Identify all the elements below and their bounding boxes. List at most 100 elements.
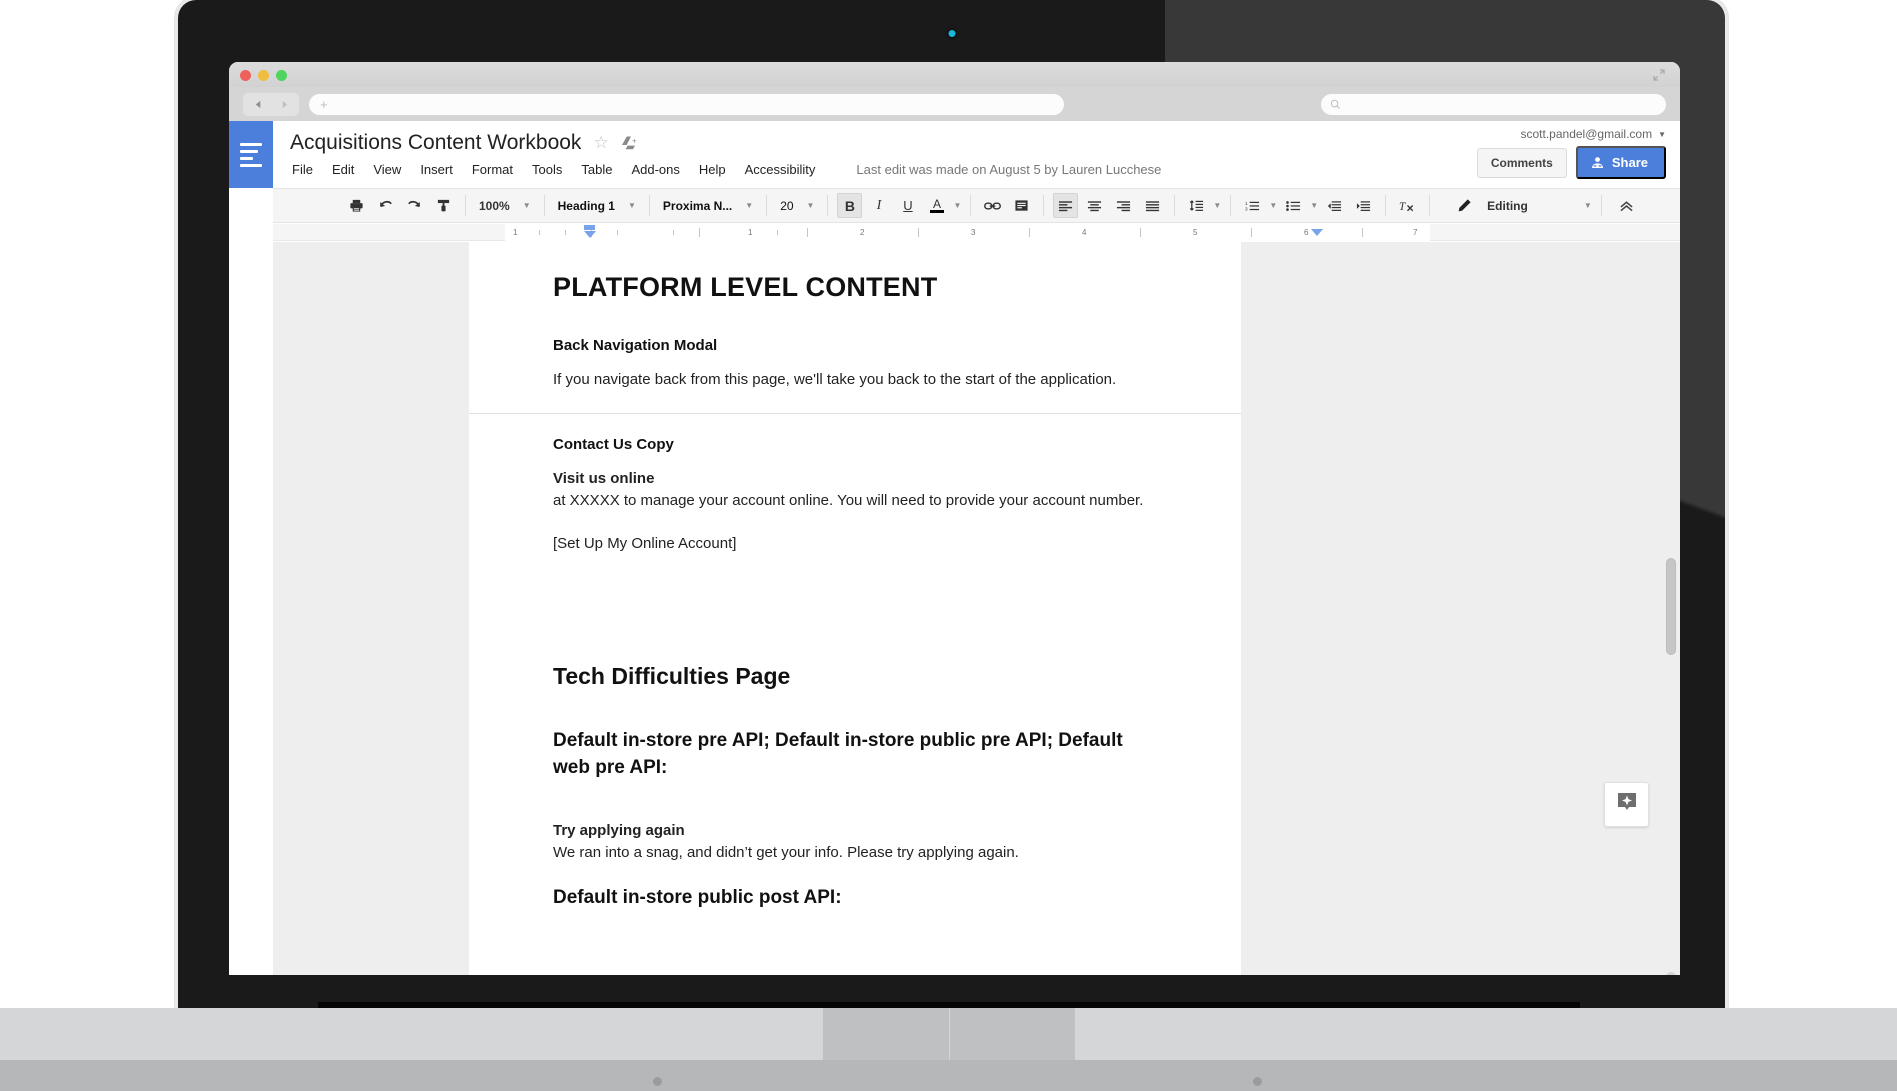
svg-text:3: 3 <box>1245 206 1248 211</box>
ruler-tick <box>1029 228 1030 237</box>
document-ruler[interactable]: 1 1 2 3 4 5 6 7 <box>273 224 1680 241</box>
star-icon[interactable]: ☆ <box>593 133 608 153</box>
text-color-button[interactable]: A <box>924 193 949 218</box>
toolbar-group-file <box>335 189 465 222</box>
chevron-down-icon[interactable]: ▼ <box>953 201 961 210</box>
align-right-icon[interactable] <box>1111 193 1136 218</box>
ruler-track[interactable]: 1 1 2 3 4 5 6 7 <box>505 224 1430 241</box>
menu-item-add-ons[interactable]: Add-ons <box>631 162 679 177</box>
bulleted-list-icon[interactable] <box>1281 193 1306 218</box>
document-heading: PLATFORM LEVEL CONTENT <box>553 272 938 302</box>
header-buttons: Comments Share <box>1476 146 1666 179</box>
align-justify-icon[interactable] <box>1140 193 1165 218</box>
section-subheading-contact-us: Contact Us Copy <box>553 435 674 453</box>
line-spacing-dropdown[interactable]: ▼ <box>1175 189 1230 222</box>
clear-formatting-icon[interactable]: T <box>1395 193 1420 218</box>
browser-toolbar: + <box>229 87 1680 121</box>
share-button[interactable]: Share <box>1575 146 1666 179</box>
menu-item-accessibility[interactable]: Accessibility <box>745 162 816 177</box>
explore-button[interactable] <box>1604 782 1649 827</box>
font-size-value: 20 <box>780 198 794 213</box>
section-body-contact-us: at XXXXX to manage your account online. … <box>553 491 1144 509</box>
explore-icon <box>1615 790 1639 819</box>
numbered-list-icon[interactable]: 13 <box>1240 193 1265 218</box>
ruler-number: 7 <box>1413 228 1418 237</box>
menu-item-view[interactable]: View <box>373 162 401 177</box>
expand-icon[interactable] <box>1652 68 1666 82</box>
left-indent-marker[interactable] <box>584 225 595 230</box>
docs-app-logo[interactable] <box>229 121 273 188</box>
ruler-tick <box>807 228 808 237</box>
collapse-toolbar-icon[interactable] <box>1614 193 1639 218</box>
window-traffic-lights[interactable] <box>240 70 287 81</box>
add-comment-icon[interactable] <box>1009 193 1034 218</box>
laptop-scene: + Acquisitions Content Workbook ☆ + File… <box>0 0 1897 1091</box>
undo-icon[interactable] <box>373 193 398 218</box>
chevron-down-icon: ▼ <box>1213 201 1222 210</box>
chevron-down-icon[interactable]: ▼ <box>1310 201 1318 210</box>
page-title[interactable]: Acquisitions Content Workbook <box>290 131 581 155</box>
print-icon[interactable] <box>344 193 369 218</box>
italic-button[interactable]: I <box>866 193 891 218</box>
last-edit-status[interactable]: Last edit was made on August 5 by Lauren… <box>856 162 1161 177</box>
vertical-scrollbar-track[interactable] <box>1666 972 1676 975</box>
menu-bar: File Edit View Insert Format Tools Table… <box>273 155 1680 177</box>
document-canvas[interactable]: PLATFORM LEVEL CONTENT Back Navigation M… <box>273 242 1680 975</box>
menu-item-edit[interactable]: Edit <box>332 162 354 177</box>
menu-item-table[interactable]: Table <box>581 162 612 177</box>
minimize-window-button[interactable] <box>258 70 269 81</box>
comments-button[interactable]: Comments <box>1476 147 1567 178</box>
font-dropdown[interactable]: Proxima N... ▼ <box>650 189 766 222</box>
section-label-visit-online: Visit us online <box>553 469 655 487</box>
collapse-toolbar-button[interactable] <box>1602 189 1648 222</box>
menu-item-format[interactable]: Format <box>472 162 513 177</box>
font-size-dropdown[interactable]: 20 ▼ <box>767 189 827 222</box>
svg-text:+: + <box>632 136 637 145</box>
move-to-drive-icon[interactable]: + <box>621 135 638 152</box>
paint-format-icon[interactable] <box>431 193 456 218</box>
section-cta-setup-account: [Set Up My Online Account] <box>553 535 737 553</box>
right-indent-marker[interactable] <box>1311 229 1323 236</box>
zoom-window-button[interactable] <box>276 70 287 81</box>
first-line-indent-marker[interactable] <box>584 231 596 238</box>
align-center-icon[interactable] <box>1082 193 1107 218</box>
line-spacing-icon[interactable] <box>1184 193 1209 218</box>
toolbar-group-align <box>1044 189 1174 222</box>
zoom-dropdown[interactable]: 100% ▼ <box>466 189 544 222</box>
increase-indent-icon[interactable] <box>1351 193 1376 218</box>
redo-icon[interactable] <box>402 193 427 218</box>
chevron-down-icon[interactable]: ▼ <box>1269 201 1277 210</box>
bold-button[interactable]: B <box>837 193 863 218</box>
browser-search-field[interactable] <box>1321 93 1666 115</box>
toolbar-group-lists: 13 ▼ ▼ <box>1231 189 1385 222</box>
close-window-button[interactable] <box>240 70 251 81</box>
search-icon <box>1330 99 1340 109</box>
menu-item-help[interactable]: Help <box>699 162 726 177</box>
align-left-icon[interactable] <box>1053 193 1079 218</box>
menu-item-file[interactable]: File <box>292 162 313 177</box>
underline-button[interactable]: U <box>895 193 920 218</box>
ruler-tick <box>777 230 778 235</box>
zoom-value: 100% <box>479 198 510 213</box>
hamburger-icon <box>240 142 262 167</box>
link-icon[interactable] <box>980 193 1005 218</box>
section-subheading-back-nav: Back Navigation Modal <box>553 337 718 354</box>
menu-item-insert[interactable]: Insert <box>420 162 453 177</box>
svg-text:T: T <box>1399 200 1406 212</box>
vertical-scrollbar-thumb[interactable] <box>1666 558 1676 655</box>
decrease-indent-icon[interactable] <box>1322 193 1347 218</box>
toolbar-group-text-format: B I U A ▼ <box>828 189 970 222</box>
document-page[interactable]: PLATFORM LEVEL CONTENT Back Navigation M… <box>469 242 1241 975</box>
menu-item-tools[interactable]: Tools <box>532 162 562 177</box>
paragraph-style-value: Heading 1 <box>557 198 615 213</box>
account-email-menu[interactable]: scott.pandel@gmail.com ▼ <box>1521 127 1667 141</box>
address-bar[interactable]: + <box>309 93 1064 115</box>
editing-mode-dropdown[interactable]: Editing ▼ <box>1430 189 1601 222</box>
paragraph-style-dropdown[interactable]: Heading 1 ▼ <box>545 189 649 222</box>
back-button[interactable] <box>246 95 270 114</box>
forward-button[interactable] <box>272 95 296 114</box>
